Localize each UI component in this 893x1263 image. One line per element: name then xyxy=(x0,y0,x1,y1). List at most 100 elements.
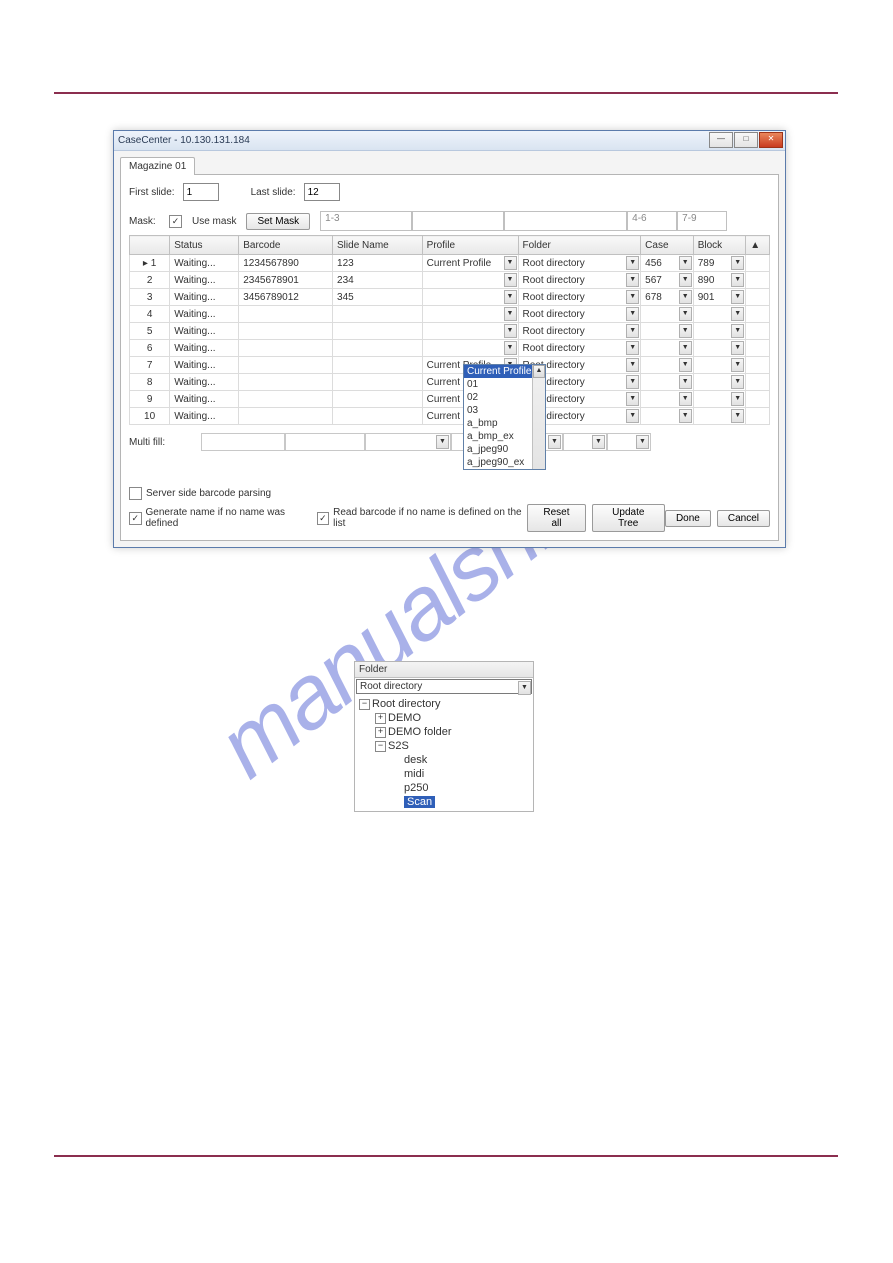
reset-all-button[interactable]: Reset all xyxy=(527,504,585,532)
chevron-down-icon[interactable]: ▼ xyxy=(626,358,639,372)
grid-scrollbar[interactable] xyxy=(746,272,770,289)
first-slide-input[interactable] xyxy=(183,183,219,201)
row-barcode[interactable] xyxy=(239,408,333,425)
grid-scrollbar[interactable] xyxy=(746,391,770,408)
table-row[interactable]: 2Waiting...2345678901234▼Root directory▼… xyxy=(130,272,770,289)
col-status[interactable]: Status xyxy=(170,236,239,255)
chevron-down-icon[interactable]: ▼ xyxy=(504,290,517,304)
row-case[interactable]: ▼ xyxy=(641,323,694,340)
row-case[interactable]: ▼ xyxy=(641,357,694,374)
row-case[interactable]: ▼ xyxy=(641,391,694,408)
row-slide-name[interactable]: 234 xyxy=(333,272,423,289)
row-profile[interactable]: ▼ xyxy=(422,340,518,357)
row-slide-name[interactable] xyxy=(333,340,423,357)
chevron-down-icon[interactable]: ▼ xyxy=(679,290,692,304)
row-block[interactable]: ▼ xyxy=(693,357,746,374)
chevron-down-icon[interactable]: ▼ xyxy=(626,307,639,321)
tree-node-demo[interactable]: + DEMO xyxy=(359,711,529,725)
row-profile[interactable]: ▼ xyxy=(422,272,518,289)
multi-fill-block[interactable]: ▼ xyxy=(607,433,651,451)
profile-dropdown-list[interactable]: Current Profile 01 02 03 a_bmp a_bmp_ex … xyxy=(463,364,546,470)
row-barcode[interactable] xyxy=(239,340,333,357)
row-slide-name[interactable]: 123 xyxy=(333,255,423,272)
col-slide-name[interactable]: Slide Name xyxy=(333,236,423,255)
row-folder[interactable]: Root directory▼ xyxy=(518,306,641,323)
grid-scrollbar[interactable] xyxy=(746,255,770,272)
col-case[interactable]: Case xyxy=(641,236,694,255)
row-case[interactable]: ▼ xyxy=(641,408,694,425)
row-profile[interactable]: Current Profile▼ xyxy=(422,255,518,272)
chevron-down-icon[interactable]: ▼ xyxy=(626,392,639,406)
tree-node-demo-folder[interactable]: + DEMO folder xyxy=(359,725,529,739)
row-block[interactable]: 789▼ xyxy=(693,255,746,272)
chevron-down-icon[interactable]: ▼ xyxy=(592,435,605,449)
row-slide-name[interactable] xyxy=(333,374,423,391)
cancel-button[interactable]: Cancel xyxy=(717,510,770,527)
row-folder[interactable]: Root directory▼ xyxy=(518,289,641,306)
table-row[interactable]: 7Waiting...Current Profile▼Root director… xyxy=(130,357,770,374)
multi-fill-slide[interactable] xyxy=(285,433,365,451)
row-folder[interactable]: Root directory▼ xyxy=(518,340,641,357)
chevron-down-icon[interactable]: ▼ xyxy=(731,290,744,304)
chevron-down-icon[interactable]: ▼ xyxy=(626,273,639,287)
set-mask-button[interactable]: Set Mask xyxy=(246,213,310,230)
row-case[interactable]: ▼ xyxy=(641,340,694,357)
chevron-down-icon[interactable]: ▼ xyxy=(518,681,531,695)
chevron-down-icon[interactable]: ▼ xyxy=(731,256,744,270)
chevron-down-icon[interactable]: ▼ xyxy=(636,435,649,449)
chevron-down-icon[interactable]: ▼ xyxy=(504,341,517,355)
multi-fill-case[interactable]: ▼ xyxy=(563,433,607,451)
tree-node-root[interactable]: − Root directory xyxy=(359,697,529,711)
chevron-down-icon[interactable]: ▼ xyxy=(626,256,639,270)
col-scroll[interactable]: ▲ xyxy=(746,236,770,255)
collapse-icon[interactable]: − xyxy=(359,699,370,710)
mask-cell-5[interactable]: 7-9 xyxy=(677,211,727,231)
grid-scrollbar[interactable] xyxy=(746,289,770,306)
row-slide-name[interactable] xyxy=(333,391,423,408)
use-mask-checkbox[interactable]: ✓ xyxy=(169,215,182,228)
titlebar[interactable]: CaseCenter - 10.130.131.184 — □ ✕ xyxy=(114,131,785,151)
row-barcode[interactable] xyxy=(239,374,333,391)
table-row[interactable]: 3Waiting...3456789012345▼Root directory▼… xyxy=(130,289,770,306)
chevron-down-icon[interactable]: ▼ xyxy=(679,392,692,406)
generate-name-checkbox[interactable]: ✓ xyxy=(129,512,142,525)
row-barcode[interactable] xyxy=(239,357,333,374)
update-tree-button[interactable]: Update Tree xyxy=(592,504,665,532)
chevron-down-icon[interactable]: ▼ xyxy=(504,307,517,321)
grid-scrollbar[interactable] xyxy=(746,408,770,425)
grid-scrollbar[interactable] xyxy=(746,357,770,374)
grid-scrollbar[interactable] xyxy=(746,340,770,357)
chevron-down-icon[interactable]: ▼ xyxy=(731,324,744,338)
col-folder[interactable]: Folder xyxy=(518,236,641,255)
multi-fill-profile[interactable]: ▼ xyxy=(365,433,451,451)
chevron-down-icon[interactable]: ▼ xyxy=(679,324,692,338)
chevron-down-icon[interactable]: ▼ xyxy=(731,375,744,389)
col-num[interactable] xyxy=(130,236,170,255)
multi-fill-barcode[interactable] xyxy=(201,433,285,451)
expand-icon[interactable]: + xyxy=(375,713,386,724)
maximize-button[interactable]: □ xyxy=(734,132,758,148)
tree-node-midi[interactable]: midi xyxy=(359,767,529,781)
grid-scrollbar[interactable] xyxy=(746,323,770,340)
expand-icon[interactable]: + xyxy=(375,727,386,738)
tree-node-desk[interactable]: desk xyxy=(359,753,529,767)
folder-select[interactable]: Root directory ▼ xyxy=(356,679,532,694)
row-barcode[interactable]: 3456789012 xyxy=(239,289,333,306)
row-folder[interactable]: Root directory▼ xyxy=(518,255,641,272)
col-barcode[interactable]: Barcode xyxy=(239,236,333,255)
server-side-checkbox[interactable] xyxy=(129,487,142,500)
chevron-down-icon[interactable]: ▼ xyxy=(679,307,692,321)
row-barcode[interactable] xyxy=(239,391,333,408)
row-block[interactable]: ▼ xyxy=(693,408,746,425)
table-row[interactable]: 9Waiting...Current Profile▼Root director… xyxy=(130,391,770,408)
tab-magazine-01[interactable]: Magazine 01 xyxy=(120,157,195,175)
row-barcode[interactable]: 2345678901 xyxy=(239,272,333,289)
chevron-down-icon[interactable]: ▼ xyxy=(731,273,744,287)
table-row[interactable]: 5Waiting...▼Root directory▼▼▼ xyxy=(130,323,770,340)
row-block[interactable]: ▼ xyxy=(693,391,746,408)
table-row[interactable]: 6Waiting...▼Root directory▼▼▼ xyxy=(130,340,770,357)
chevron-down-icon[interactable]: ▼ xyxy=(548,435,561,449)
tree-node-scan[interactable]: Scan xyxy=(359,795,529,809)
row-profile[interactable]: ▼ xyxy=(422,323,518,340)
row-case[interactable]: 456▼ xyxy=(641,255,694,272)
